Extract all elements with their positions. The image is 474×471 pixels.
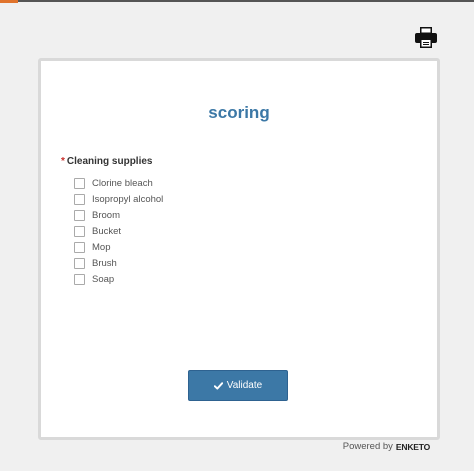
required-marker: *	[61, 156, 65, 167]
option-label: Bucket	[92, 225, 122, 237]
option-broom[interactable]: Broom	[74, 207, 163, 223]
validate-button[interactable]: Validate	[188, 370, 288, 401]
checkbox[interactable]	[74, 241, 85, 253]
option-clorine-bleach[interactable]: Clorine bleach	[74, 175, 163, 191]
option-brush[interactable]: Brush	[74, 255, 163, 271]
option-label: Brush	[92, 257, 117, 269]
checkbox[interactable]	[74, 209, 85, 221]
check-icon	[213, 381, 223, 390]
checkbox[interactable]	[74, 177, 85, 189]
option-label: Broom	[92, 209, 120, 221]
question-label: * Cleaning supplies	[61, 156, 152, 167]
print-button[interactable]	[414, 27, 438, 49]
option-label: Mop	[92, 241, 111, 253]
checkbox[interactable]	[74, 193, 85, 205]
enketo-logo[interactable]: ENKETO	[396, 442, 430, 452]
option-bucket[interactable]: Bucket	[74, 223, 163, 239]
powered-by-text: Powered by	[342, 441, 393, 452]
option-label: Clorine bleach	[92, 177, 153, 189]
option-soap[interactable]: Soap	[74, 271, 163, 287]
question-text: Cleaning supplies	[66, 156, 153, 167]
validate-label: Validate	[226, 380, 263, 391]
top-bar-accent	[0, 0, 18, 3]
form-title: scoring	[208, 103, 270, 122]
option-label: Soap	[92, 273, 115, 285]
checkbox[interactable]	[74, 273, 85, 285]
printer-icon	[415, 27, 437, 48]
option-isopropyl-alcohol[interactable]: Isopropyl alcohol	[74, 191, 163, 207]
option-mop[interactable]: Mop	[74, 239, 163, 255]
form-card: scoring * Cleaning supplies Clorine bleac…	[38, 58, 440, 440]
option-label: Isopropyl alcohol	[92, 193, 164, 205]
top-bar	[0, 0, 474, 2]
options-list: Clorine bleach Isopropyl alcohol Broom B…	[74, 175, 163, 287]
powered-by: Powered by ENKETO	[343, 441, 430, 452]
checkbox[interactable]	[74, 225, 85, 237]
checkbox[interactable]	[74, 257, 85, 269]
